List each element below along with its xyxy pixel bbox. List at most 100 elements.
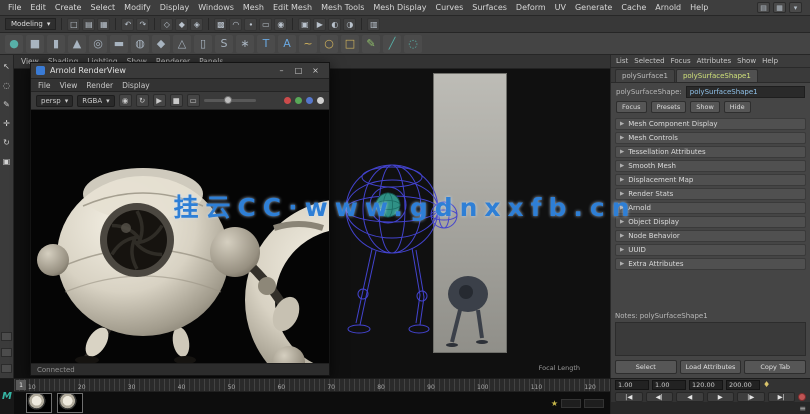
select-component-icon[interactable]: ◈ <box>190 18 203 31</box>
stop-render-icon[interactable]: ■ <box>170 94 183 107</box>
curve-tool-icon[interactable]: ~ <box>299 35 317 53</box>
ae-menu-list[interactable]: List <box>616 57 628 65</box>
go-to-start-button[interactable]: |◀ <box>615 392 643 402</box>
rotate-tool-icon[interactable]: ↻ <box>1 136 13 148</box>
platonic-solid-icon[interactable]: ◆ <box>152 35 170 53</box>
playback-start-field[interactable] <box>652 380 686 390</box>
camera-select[interactable]: persp ▾ <box>36 95 73 107</box>
menu-display[interactable]: Display <box>160 3 190 12</box>
minimize-button[interactable]: – <box>273 64 290 77</box>
select-button[interactable]: Select <box>615 360 677 374</box>
move-tool-icon[interactable]: ✛ <box>1 117 13 129</box>
menu-set-selector[interactable]: Modeling ▾ <box>5 18 56 30</box>
poly-cylinder-icon[interactable]: ▮ <box>47 35 65 53</box>
menu-edit-mesh[interactable]: Edit Mesh <box>273 3 312 12</box>
poly-disc-icon[interactable]: ◍ <box>131 35 149 53</box>
render-snapshot-thumbnail[interactable] <box>57 393 83 413</box>
exposure-slider[interactable] <box>204 99 256 102</box>
menu-generate[interactable]: Generate <box>575 3 612 12</box>
load-attributes-button[interactable]: Load Attributes <box>680 360 742 374</box>
notes-field[interactable] <box>615 322 806 356</box>
poly-plane-icon[interactable]: ▬ <box>110 35 128 53</box>
nurbs-square-icon[interactable]: □ <box>341 35 359 53</box>
paint-select-tool-icon[interactable]: ✎ <box>1 98 13 110</box>
poly-sphere-icon[interactable]: ● <box>5 35 23 53</box>
time-slider[interactable]: 10 20 30 40 50 60 70 80 90 100 110 120 1 <box>14 379 610 392</box>
snap-plane-icon[interactable]: ▭ <box>259 18 272 31</box>
construction-history-icon[interactable]: ▣ <box>298 18 311 31</box>
ipr-render-icon[interactable]: ◐ <box>328 18 341 31</box>
menu-deform[interactable]: Deform <box>516 3 546 12</box>
target-weld-icon[interactable]: ◌ <box>404 35 422 53</box>
section-tessellation-attributes[interactable]: ▶Tessellation Attributes <box>615 146 806 158</box>
menu-mesh-display[interactable]: Mesh Display <box>373 3 426 12</box>
poly-text-icon[interactable]: T <box>257 35 275 53</box>
section-arnold[interactable]: ▶Arnold <box>615 202 806 214</box>
poly-torus-icon[interactable]: ◎ <box>89 35 107 53</box>
display-layers-icon[interactable]: ▥ <box>367 18 380 31</box>
menu-surfaces[interactable]: Surfaces <box>472 3 507 12</box>
tab-polysurface1[interactable]: polySurface1 <box>615 69 675 82</box>
ae-menu-focus[interactable]: Focus <box>671 57 691 65</box>
render-snapshot-thumbnail[interactable] <box>26 393 52 413</box>
animation-end-field[interactable] <box>726 380 760 390</box>
type-tool-icon[interactable]: A <box>278 35 296 53</box>
options-icon[interactable]: ▾ <box>789 2 802 13</box>
focus-button[interactable]: Focus <box>616 101 647 113</box>
menu-modify[interactable]: Modify <box>124 3 151 12</box>
renderview-menu-display[interactable]: Display <box>122 81 150 90</box>
section-render-stats[interactable]: ▶Render Stats <box>615 188 806 200</box>
select-hierarchy-icon[interactable]: ◇ <box>160 18 173 31</box>
snapshot-field[interactable] <box>561 399 581 408</box>
save-scene-icon[interactable]: ▦ <box>97 18 110 31</box>
section-smooth-mesh[interactable]: ▶Smooth Mesh <box>615 160 806 172</box>
workspace-icon[interactable]: ▤ <box>757 2 770 13</box>
bookmark-star-icon[interactable]: ★ <box>551 399 558 408</box>
maximize-button[interactable]: □ <box>290 64 307 77</box>
redo-icon[interactable]: ↷ <box>136 18 149 31</box>
section-displacement-map[interactable]: ▶Displacement Map <box>615 174 806 186</box>
menu-arnold[interactable]: Arnold <box>655 3 681 12</box>
menu-windows[interactable]: Windows <box>198 3 234 12</box>
presets-button[interactable]: Presets <box>651 101 687 113</box>
auto-keyframe-toggle[interactable] <box>798 393 806 401</box>
poly-helix-icon[interactable]: S <box>215 35 233 53</box>
playback-end-field[interactable] <box>689 380 723 390</box>
poly-pyramid-icon[interactable]: △ <box>173 35 191 53</box>
rendered-image-area[interactable] <box>31 110 329 363</box>
ae-menu-selected[interactable]: Selected <box>634 57 664 65</box>
open-scene-icon[interactable]: ▤ <box>82 18 95 31</box>
step-back-button[interactable]: ◀| <box>646 392 674 402</box>
render-settings-icon[interactable]: ◑ <box>343 18 356 31</box>
snap-point-icon[interactable]: ∙ <box>244 18 257 31</box>
exposure-slider-thumb[interactable] <box>224 96 232 104</box>
ae-menu-help[interactable]: Help <box>762 57 778 65</box>
poly-cone-icon[interactable]: ▲ <box>68 35 86 53</box>
renderview-menu-file[interactable]: File <box>38 81 51 90</box>
play-forward-button[interactable]: ▶ <box>707 392 735 402</box>
make-live-icon[interactable]: ◉ <box>274 18 287 31</box>
close-button[interactable]: × <box>307 64 324 77</box>
outliner-layout-icon[interactable] <box>1 364 12 373</box>
section-uuid[interactable]: ▶UUID <box>615 244 806 256</box>
tab-polysurfaceshape1[interactable]: polySurfaceShape1 <box>676 69 758 82</box>
animation-preferences-icon[interactable]: ≡ <box>799 404 806 413</box>
current-frame-marker[interactable]: 1 <box>16 380 26 390</box>
menu-curves[interactable]: Curves <box>435 3 463 12</box>
play-backward-button[interactable]: ◀ <box>676 392 704 402</box>
snap-grid-icon[interactable]: ▩ <box>214 18 227 31</box>
select-object-icon[interactable]: ◆ <box>175 18 188 31</box>
blue-channel-icon[interactable] <box>306 97 313 104</box>
red-channel-icon[interactable] <box>284 97 291 104</box>
menu-file[interactable]: File <box>8 3 21 12</box>
multi-cut-icon[interactable]: ╱ <box>383 35 401 53</box>
step-forward-button[interactable]: |▶ <box>737 392 765 402</box>
snap-curve-icon[interactable]: ◠ <box>229 18 242 31</box>
animation-start-field[interactable] <box>615 380 649 390</box>
wireframe-robot-model[interactable] <box>332 117 464 357</box>
snapshot-field[interactable] <box>584 399 604 408</box>
menu-select[interactable]: Select <box>90 3 115 12</box>
alpha-channel-icon[interactable] <box>317 97 324 104</box>
set-key-icon[interactable]: ♦ <box>763 380 770 389</box>
view-mode-select[interactable]: RGBA ▾ <box>77 95 114 107</box>
